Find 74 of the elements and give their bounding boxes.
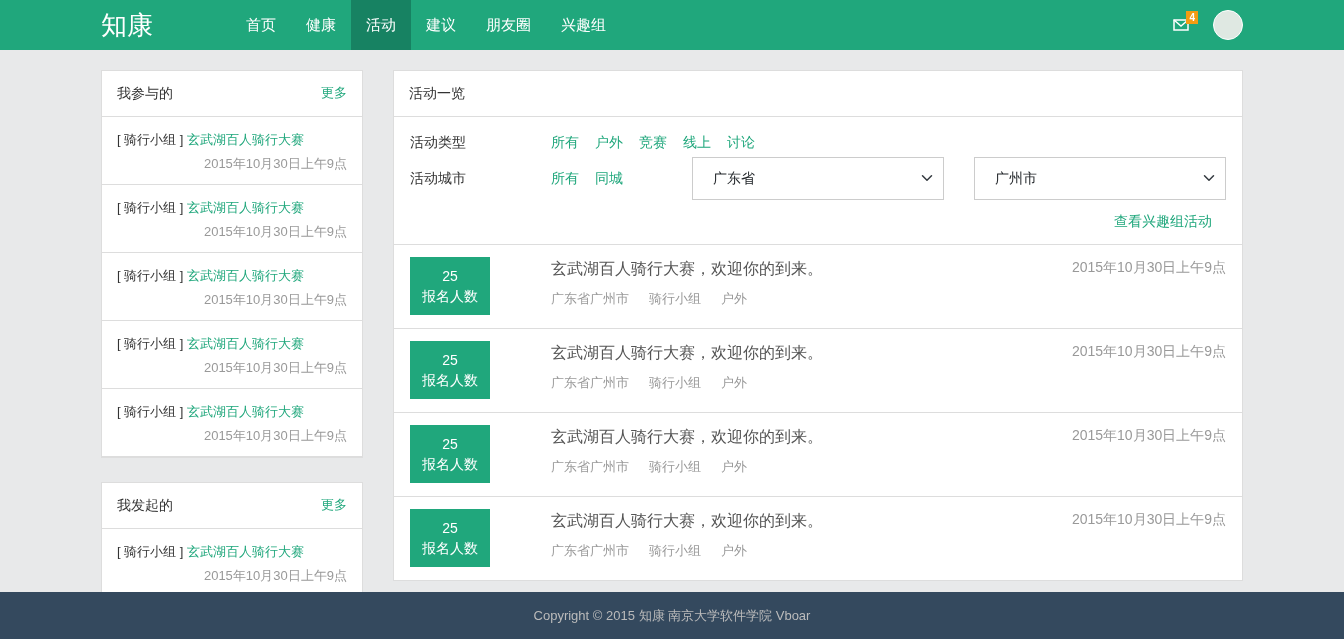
- group-label: [ 骑行小组 ]: [117, 543, 184, 561]
- activity-tag: 户外: [721, 289, 747, 309]
- activity-tag: 骑行小组: [649, 541, 701, 561]
- activity-tag: 广东省广州市: [551, 289, 629, 309]
- activity-tag: 户外: [721, 457, 747, 477]
- filter-option[interactable]: 同城: [595, 167, 623, 189]
- group-label: [ 骑行小组 ]: [117, 131, 184, 149]
- activity-date: 2015年10月30日上午9点: [1071, 426, 1226, 445]
- count-label: 报名人数: [422, 287, 478, 306]
- activity-tag: 户外: [721, 541, 747, 561]
- panel-title: 活动一览: [394, 71, 1242, 117]
- group-label: [ 骑行小组 ]: [117, 267, 184, 285]
- count-number: 25: [442, 518, 458, 538]
- group-activities-link[interactable]: 查看兴趣组活动: [1114, 213, 1212, 229]
- filter-label: 活动类型: [410, 132, 467, 152]
- copyright-text: Copyright © 2015 知康 南京大学软件学院 Vboar: [533, 606, 811, 625]
- activity-date: 2015年10月30日上午9点: [203, 155, 347, 171]
- filter-option[interactable]: 线上: [683, 131, 711, 153]
- count-number: 25: [442, 350, 458, 370]
- activity-link[interactable]: 玄武湖百人骑行大赛: [187, 542, 305, 562]
- activity-link[interactable]: 玄武湖百人骑行大赛: [187, 334, 305, 354]
- group-label: [ 骑行小组 ]: [117, 199, 184, 217]
- nav-tab[interactable]: 建议: [411, 0, 471, 50]
- count-number: 25: [442, 266, 458, 286]
- activity-date: 2015年10月30日上午9点: [203, 427, 347, 443]
- nav-tab[interactable]: 健康: [291, 0, 351, 50]
- activity-title: 玄武湖百人骑行大赛，欢迎你的到来。: [551, 259, 823, 279]
- more-link[interactable]: 更多: [321, 495, 347, 516]
- nav-tab[interactable]: 兴趣组: [546, 0, 621, 50]
- count-label: 报名人数: [422, 371, 478, 390]
- count-label: 报名人数: [422, 539, 478, 558]
- panel-title: 我发起的: [117, 496, 173, 515]
- unread-count: 4: [1186, 11, 1198, 24]
- activity-link[interactable]: 玄武湖百人骑行大赛: [187, 402, 305, 422]
- activity-date: 2015年10月30日上午9点: [203, 567, 347, 583]
- activity-tag: 户外: [721, 373, 747, 393]
- count-label: 报名人数: [422, 455, 478, 474]
- filter-option[interactable]: 所有: [551, 131, 579, 153]
- activity-date: 2015年10月30日上午9点: [1071, 258, 1226, 277]
- filter-option[interactable]: 竞赛: [639, 131, 667, 153]
- nav-tab[interactable]: 首页: [231, 0, 291, 50]
- nav-tab[interactable]: 朋友圈: [471, 0, 546, 50]
- activity-date: 2015年10月30日上午9点: [1071, 510, 1226, 529]
- activity-title: 玄武湖百人骑行大赛，欢迎你的到来。: [551, 343, 823, 363]
- group-label: [ 骑行小组 ]: [117, 403, 184, 421]
- more-link[interactable]: 更多: [321, 83, 347, 104]
- nav-tab[interactable]: 活动: [351, 0, 411, 50]
- filter-option[interactable]: 户外: [595, 131, 623, 153]
- activity-date: 2015年10月30日上午9点: [203, 223, 347, 239]
- city-select[interactable]: 广州市: [974, 156, 1226, 200]
- panel-title: 我参与的: [117, 84, 173, 103]
- avatar[interactable]: [1213, 10, 1243, 40]
- activity-date: 2015年10月30日上午9点: [203, 359, 347, 375]
- activity-tag: 骑行小组: [649, 373, 701, 393]
- group-label: [ 骑行小组 ]: [117, 335, 184, 353]
- activity-date: 2015年10月30日上午9点: [203, 291, 347, 307]
- envelope-icon[interactable]: [1173, 19, 1189, 31]
- province-select[interactable]: 广东省: [692, 156, 944, 200]
- activity-tag: 广东省广州市: [551, 457, 629, 477]
- activity-title: 玄武湖百人骑行大赛，欢迎你的到来。: [551, 427, 823, 447]
- filter-option[interactable]: 所有: [551, 167, 579, 189]
- activity-tag: 广东省广州市: [551, 541, 629, 561]
- activity-tag: 骑行小组: [649, 457, 701, 477]
- activity-tag: 骑行小组: [649, 289, 701, 309]
- filter-option[interactable]: 讨论: [727, 131, 755, 153]
- activity-date: 2015年10月30日上午9点: [1071, 342, 1226, 361]
- filter-label: 活动城市: [410, 168, 467, 188]
- activity-link[interactable]: 玄武湖百人骑行大赛: [187, 266, 305, 286]
- brand-logo[interactable]: 知康: [101, 0, 231, 50]
- count-number: 25: [442, 434, 458, 454]
- activity-title: 玄武湖百人骑行大赛，欢迎你的到来。: [551, 511, 823, 531]
- activity-link[interactable]: 玄武湖百人骑行大赛: [187, 130, 305, 150]
- activity-tag: 广东省广州市: [551, 373, 629, 393]
- activity-link[interactable]: 玄武湖百人骑行大赛: [187, 198, 305, 218]
